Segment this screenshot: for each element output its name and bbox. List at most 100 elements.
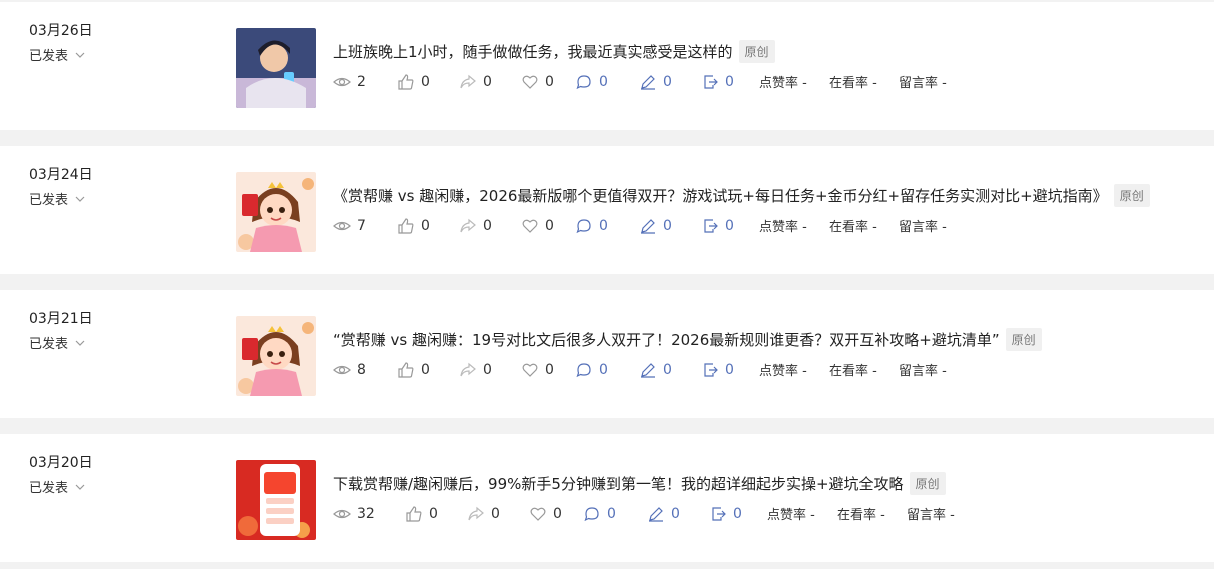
status-dropdown[interactable]: 已发表 [29,189,86,208]
views-count: 2 [357,73,366,90]
watch-rate: 在看率 - [837,508,885,523]
comment-icon [576,74,591,89]
status-dropdown[interactable]: 已发表 [29,45,86,64]
views-count: 7 [357,217,366,234]
notes-count: 0 [663,217,672,234]
like-rate: 点赞率 - [767,508,815,523]
views-count: 8 [357,361,366,378]
likes-count: 0 [421,217,430,234]
exports-count: 0 [725,73,734,90]
thumbs-up-icon [398,361,414,378]
chevron-down-icon [75,340,85,346]
pen-icon [641,74,655,90]
share-icon [460,74,476,88]
stats-bar: 32 0 0 0 0 0 0 点赞率 - 在看率 - 留言率 - [333,504,955,523]
article-thumbnail[interactable] [236,316,316,396]
comment-icon [584,506,599,521]
favs-count: 0 [553,505,562,522]
chevron-down-icon [75,484,85,490]
status-dropdown[interactable]: 已发表 [29,333,86,352]
article-row: 03月24日 已发表 《赏帮赚 vs 趣闲赚，2026最新版哪个更值得双开？游戏… [0,146,1214,274]
article-row: 03月26日 已发表 上班族晚上1小时，随手做做任务，我最近真实感受是这样的 原… [0,2,1214,130]
exports-count: 0 [733,505,742,522]
article-title[interactable]: “赏帮赚 vs 趣闲赚：19号对比文后很多人双开了！2026最新规则谁更香？双开… [333,329,1000,350]
comment-icon [576,218,591,233]
status-label: 已发表 [29,193,69,208]
thumbs-up-icon [398,217,414,234]
export-icon [704,74,718,89]
notes-count: 0 [671,505,680,522]
favs-count: 0 [545,361,554,378]
status-label: 已发表 [29,49,69,64]
article-title[interactable]: 上班族晚上1小时，随手做做任务，我最近真实感受是这样的 [333,41,733,62]
eye-icon [333,509,351,518]
comments-count: 0 [599,361,608,378]
favs-count: 0 [545,73,554,90]
publish-date: 03月21日 [29,311,93,327]
chevron-down-icon [75,196,85,202]
eye-icon [333,365,351,374]
comment-rate: 留言率 - [899,220,947,235]
likes-count: 0 [421,361,430,378]
original-tag: 原创 [738,40,775,63]
watch-rate: 在看率 - [829,364,877,379]
favs-count: 0 [545,217,554,234]
share-icon [460,362,476,376]
likes-count: 0 [429,505,438,522]
pen-icon [649,506,663,522]
stats-bar: 7 0 0 0 0 0 0 点赞率 - 在看率 - 留言率 - [333,216,947,235]
shares-count: 0 [483,73,492,90]
like-rate: 点赞率 - [759,220,807,235]
pen-icon [641,362,655,378]
article-title[interactable]: 《赏帮赚 vs 趣闲赚，2026最新版哪个更值得双开？游戏试玩+每日任务+金币分… [333,185,1108,206]
exports-count: 0 [725,217,734,234]
publish-date: 03月20日 [29,455,93,471]
article-thumbnail[interactable] [236,460,316,540]
article-row: 03月21日 已发表 “赏帮赚 vs 趣闲赚：19号对比文后很多人双开了！202… [0,290,1214,418]
comment-rate: 留言率 - [899,364,947,379]
status-label: 已发表 [29,337,69,352]
article-row: 03月20日 已发表 下载赏帮赚/趣闲赚后，99%新手5分钟赚到第一笔！我的超详… [0,434,1214,562]
article-thumbnail[interactable] [236,172,316,252]
watch-rate: 在看率 - [829,76,877,91]
original-tag: 原创 [909,472,946,495]
heart-icon [522,363,538,377]
share-icon [468,506,484,520]
eye-icon [333,221,351,230]
views-count: 32 [357,505,375,522]
original-tag: 原创 [1005,328,1042,351]
share-icon [460,218,476,232]
original-tag: 原创 [1113,184,1150,207]
eye-icon [333,77,351,86]
article-thumbnail[interactable] [236,28,316,108]
comments-count: 0 [607,505,616,522]
export-icon [704,362,718,377]
heart-icon [522,75,538,89]
stats-bar: 8 0 0 0 0 0 0 点赞率 - 在看率 - 留言率 - [333,360,947,379]
article-title[interactable]: 下载赏帮赚/趣闲赚后，99%新手5分钟赚到第一笔！我的超详细起步实操+避坑全攻略 [333,473,904,494]
pen-icon [641,218,655,234]
status-label: 已发表 [29,481,69,496]
thumbs-up-icon [398,73,414,90]
publish-date: 03月24日 [29,167,93,183]
thumbs-up-icon [406,505,422,522]
stats-bar: 2 0 0 0 0 0 0 点赞率 - 在看率 - 留言率 - [333,72,947,91]
comment-rate: 留言率 - [899,76,947,91]
comments-count: 0 [599,217,608,234]
comment-rate: 留言率 - [907,508,955,523]
watch-rate: 在看率 - [829,220,877,235]
heart-icon [530,507,546,521]
exports-count: 0 [725,361,734,378]
shares-count: 0 [483,217,492,234]
status-dropdown[interactable]: 已发表 [29,477,86,496]
notes-count: 0 [663,73,672,90]
comment-icon [576,362,591,377]
likes-count: 0 [421,73,430,90]
shares-count: 0 [483,361,492,378]
heart-icon [522,219,538,233]
shares-count: 0 [491,505,500,522]
comments-count: 0 [599,73,608,90]
like-rate: 点赞率 - [759,76,807,91]
chevron-down-icon [75,52,85,58]
like-rate: 点赞率 - [759,364,807,379]
